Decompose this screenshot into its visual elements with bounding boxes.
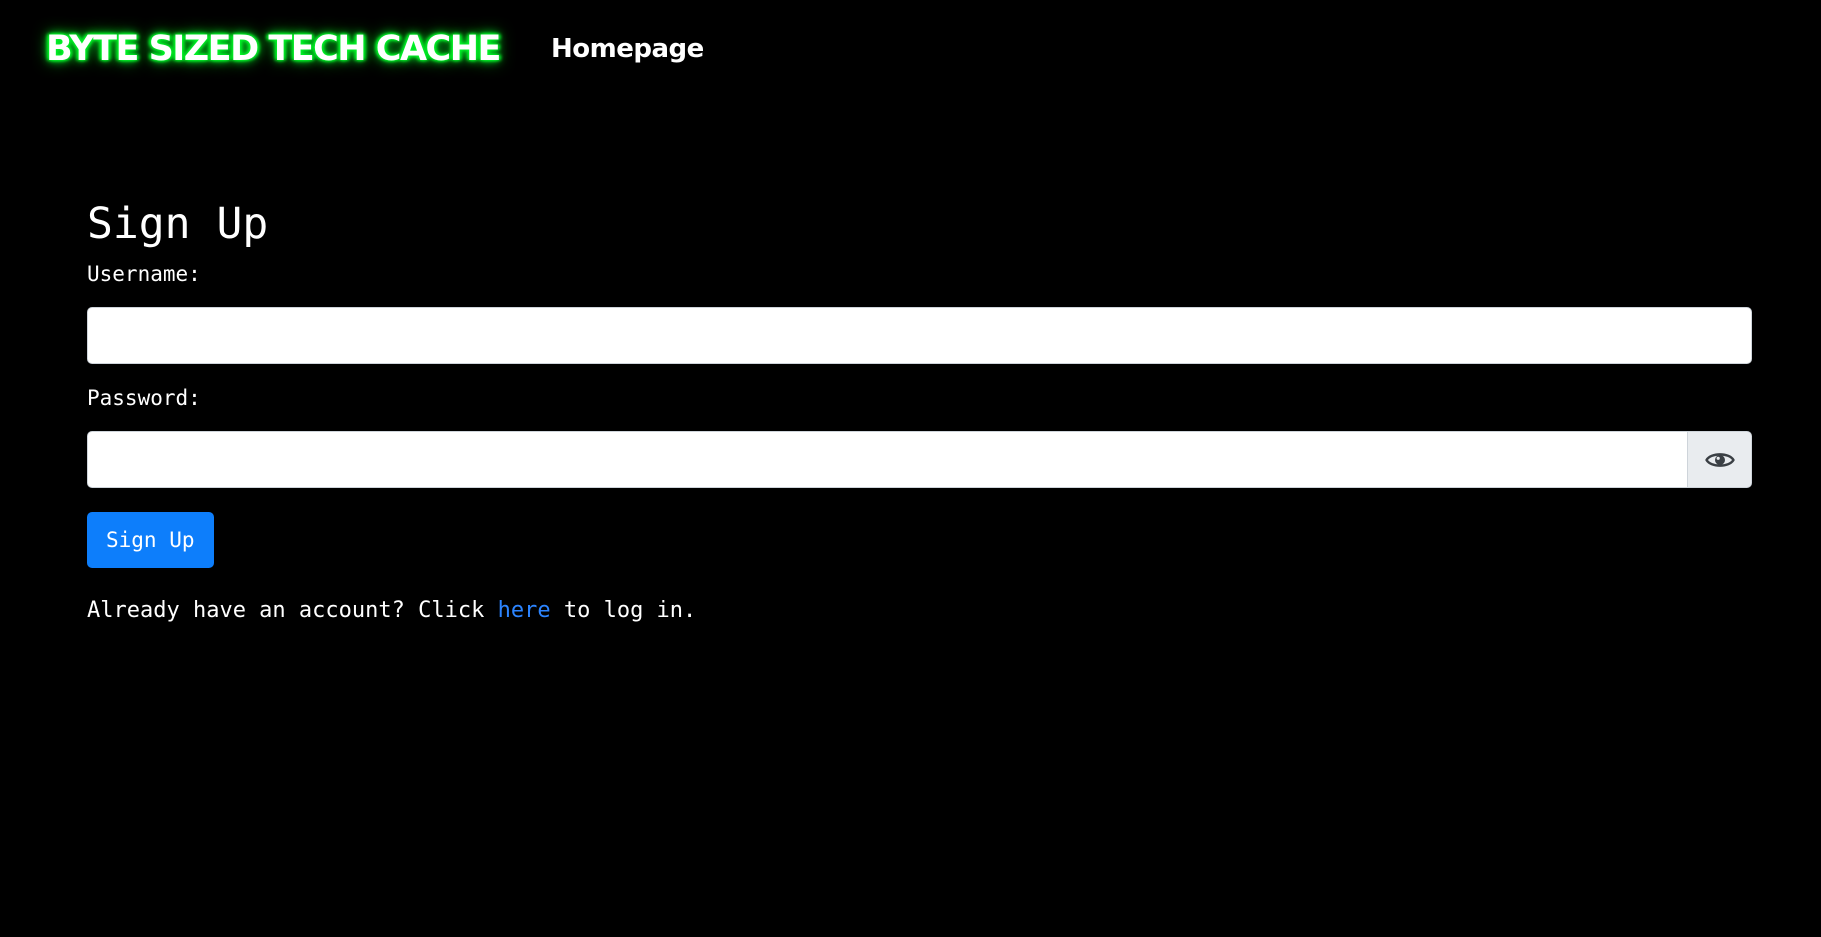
login-link[interactable]: here xyxy=(498,598,551,623)
nav-link-homepage[interactable]: Homepage xyxy=(551,30,704,68)
login-prompt: Already have an account? Click here to l… xyxy=(87,596,1752,626)
password-input[interactable] xyxy=(87,431,1688,488)
signup-form: Username: Password: Sign Up xyxy=(87,260,1752,568)
eye-icon xyxy=(1704,450,1735,470)
password-label: Password: xyxy=(87,386,201,410)
signup-container: Sign Up Username: Password: Sign Up Alre… xyxy=(87,196,1752,648)
navbar: BYTE SIZED TECH CACHE Homepage xyxy=(0,0,1821,100)
username-input[interactable] xyxy=(87,307,1752,364)
login-prompt-before: Already have an account? Click xyxy=(87,598,498,623)
page-title: Sign Up xyxy=(87,199,269,249)
sign-up-button[interactable]: Sign Up xyxy=(87,512,214,568)
password-input-group xyxy=(87,431,1752,488)
brand-logo[interactable]: BYTE SIZED TECH CACHE xyxy=(46,26,501,72)
username-label: Username: xyxy=(87,262,201,286)
toggle-password-visibility-button[interactable] xyxy=(1688,431,1752,488)
login-prompt-after: to log in. xyxy=(550,598,697,623)
